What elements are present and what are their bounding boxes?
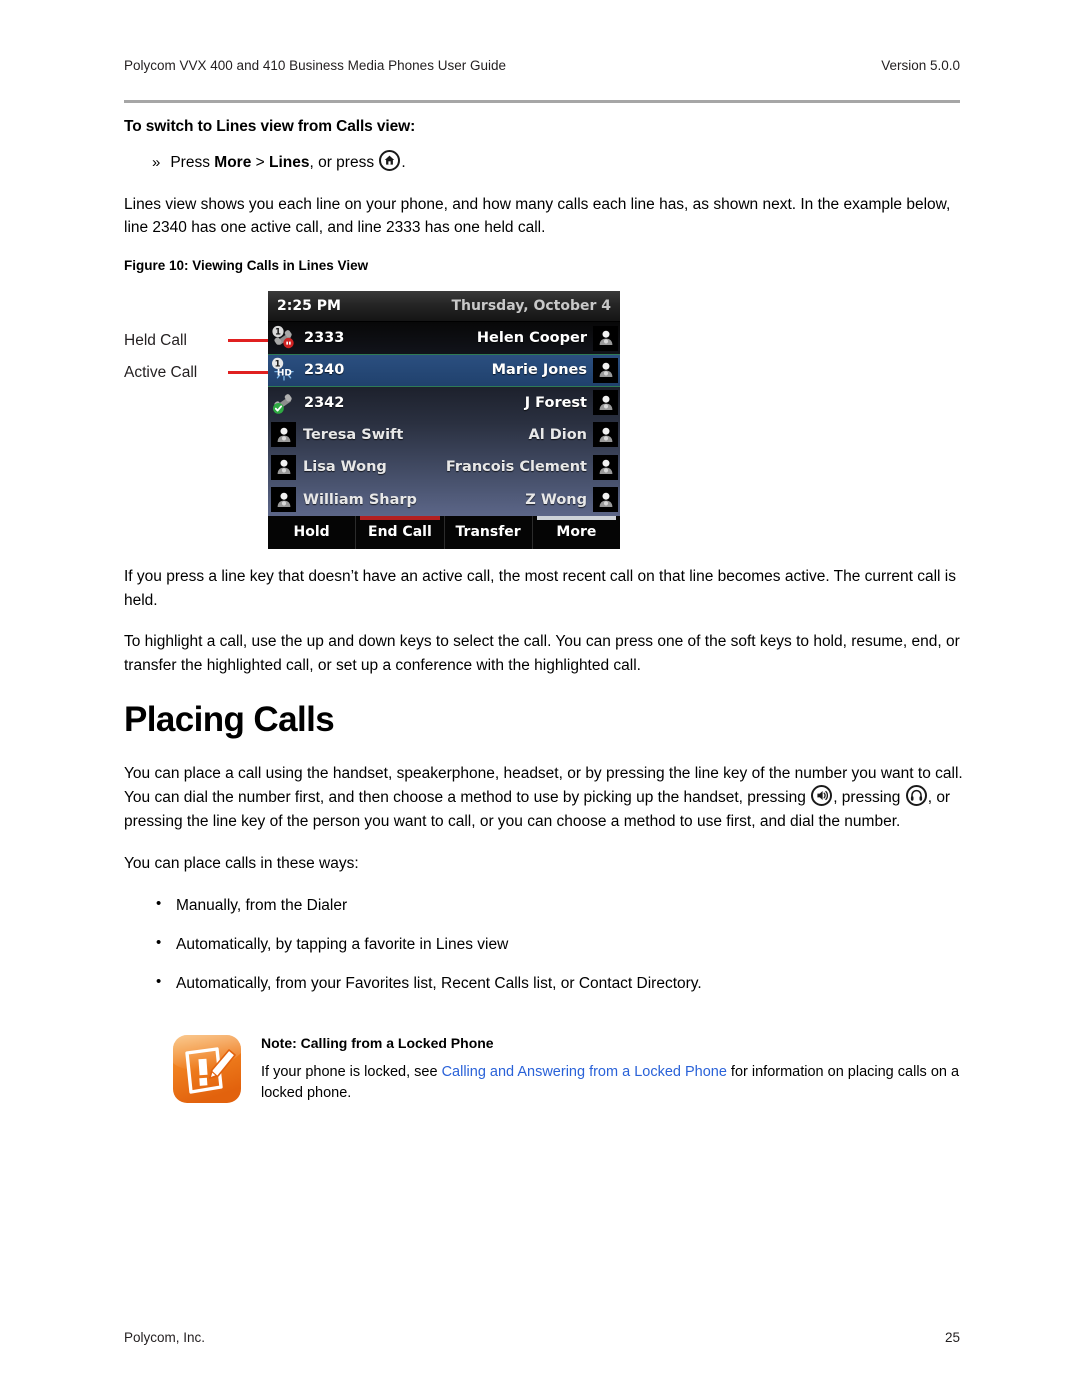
header-version: Version 5.0.0 — [881, 58, 960, 73]
contact-name-label: J Forest — [524, 394, 587, 411]
softkey-cap — [360, 515, 440, 520]
step-more-label: More — [214, 154, 252, 171]
softkey-label: Hold — [293, 524, 330, 541]
contact-avatar-icon — [593, 487, 618, 513]
line-row[interactable]: William Sharp Z Wong — [268, 483, 620, 515]
note-link[interactable]: Calling and Answering from a Locked Phon… — [442, 1064, 727, 1080]
paragraph-lines-view-intro: Lines view shows you each line on your p… — [124, 195, 951, 237]
favorite-name-label: William Sharp — [303, 491, 417, 508]
step-separator: > — [251, 154, 269, 171]
speakerphone-icon — [811, 785, 833, 807]
contact-avatar-icon — [271, 487, 296, 513]
note-body: Note: Calling from a Locked Phone If you… — [261, 1029, 970, 1104]
status-time: 2:25 PM — [277, 297, 341, 314]
contact-avatar-icon — [593, 454, 618, 480]
note-pencil-icon — [171, 1029, 243, 1109]
softkey-transfer[interactable]: Transfer — [444, 515, 533, 549]
step-prefix: Press — [170, 154, 215, 171]
status-date: Thursday, October 4 — [451, 297, 611, 314]
placing-calls-methods-list: Manually, from the Dialer Automatically,… — [124, 893, 970, 996]
header-divider — [124, 100, 960, 103]
line-row[interactable]: HD 1 2340 Marie Jones — [268, 354, 620, 387]
list-item: Automatically, from your Favorites list,… — [124, 971, 970, 995]
phone-screen: 2:25 PM Thursday, October 4 1 2333 Helen… — [268, 290, 620, 549]
paragraph-ways-leadin: You can place calls in these ways: — [124, 854, 359, 872]
softkey-cap — [536, 515, 616, 520]
svg-text:1: 1 — [275, 360, 281, 370]
paragraph-highlight-call: To highlight a call, use the up and down… — [124, 633, 960, 675]
svg-text:1: 1 — [275, 327, 281, 337]
registered-line-handset-icon — [271, 390, 297, 416]
list-item: Automatically, by tapping a favorite in … — [124, 932, 970, 956]
softkey-cap — [449, 516, 528, 520]
note-text-before: If your phone is locked, see — [261, 1064, 442, 1081]
home-icon — [379, 150, 401, 171]
step-marker: » — [152, 154, 161, 171]
headset-icon — [905, 785, 927, 807]
placing-text-b: , pressing — [833, 789, 905, 807]
softkey-label: Transfer — [455, 524, 521, 541]
page-title: Placing Calls — [124, 699, 335, 739]
contact-avatar-icon — [271, 454, 296, 480]
figure-caption: Figure 10: Viewing Calls in Lines View — [124, 257, 369, 273]
contact-name-label: Marie Jones — [491, 362, 587, 379]
step-end: . — [401, 154, 406, 171]
line-row[interactable]: 2342 J Forest — [268, 387, 620, 419]
step-text: Press More > Lines, or press . — [170, 150, 406, 174]
favorite-name-label: Al Dion — [528, 426, 587, 443]
step-suffix: , or press — [309, 154, 379, 171]
contact-avatar-icon — [593, 325, 618, 351]
header-title: Polycom VVX 400 and 410 Business Media P… — [124, 58, 506, 73]
phone-softkey-bar: Hold End Call Transfer More — [268, 515, 620, 549]
favorite-name-label: Z Wong — [525, 491, 587, 508]
phone-status-bar: 2:25 PM Thursday, October 4 — [268, 290, 620, 322]
figure-callout-group: Held Call Active Call — [124, 325, 284, 389]
softkey-hold[interactable]: Hold — [268, 515, 357, 549]
paragraph-line-key-behavior: If you press a line key that doesn’t hav… — [124, 567, 956, 609]
softkey-cap — [272, 516, 351, 520]
softkey-label: End Call — [368, 524, 432, 541]
line-row[interactable]: Lisa Wong Francois Clement — [268, 451, 620, 483]
list-item: Manually, from the Dialer — [124, 893, 970, 917]
contact-name-label: Helen Cooper — [476, 330, 587, 347]
held-call-handset-icon: 1 — [271, 325, 297, 351]
page-footer: Polycom, Inc. 25 — [124, 1330, 960, 1345]
note-callout: Note: Calling from a Locked Phone If you… — [124, 1029, 970, 1109]
section-subheading: To switch to Lines view from Calls view: — [124, 118, 416, 135]
line-row[interactable]: 1 2333 Helen Cooper — [268, 322, 620, 354]
step-lines-label: Lines — [269, 154, 310, 171]
favorite-name-label: Teresa Swift — [303, 426, 404, 443]
footer-page-number: 25 — [944, 1330, 960, 1345]
figure-lines-view: Held Call Active Call 2:25 PM Thursday, … — [124, 290, 970, 559]
contact-avatar-icon — [271, 422, 296, 448]
softkey-label: More — [556, 524, 597, 541]
paragraph-placing-calls-intro: You can place a call using the handset, … — [124, 762, 970, 834]
contact-avatar-icon — [593, 390, 618, 416]
favorite-name-label: Francois Clement — [445, 459, 587, 476]
softkey-more[interactable]: More — [532, 515, 620, 549]
hd-active-call-icon: HD 1 — [271, 357, 297, 383]
softkey-end-call[interactable]: End Call — [356, 515, 445, 549]
line-number-label: 2333 — [304, 330, 345, 347]
line-number-label: 2342 — [304, 394, 345, 411]
procedure-step: » Press More > Lines, or press . — [124, 150, 970, 175]
favorite-name-label: Lisa Wong — [303, 459, 387, 476]
line-row[interactable]: Teresa Swift Al Dion — [268, 419, 620, 451]
contact-avatar-icon — [593, 422, 618, 448]
note-title: Note: Calling from a Locked Phone — [261, 1035, 494, 1052]
running-header: Polycom VVX 400 and 410 Business Media P… — [124, 58, 960, 73]
document-page: Polycom VVX 400 and 410 Business Media P… — [0, 0, 1080, 1397]
phone-lines-list: 1 2333 Helen Cooper HD 1 2340 Marie Jone… — [268, 321, 620, 516]
line-number-label: 2340 — [304, 362, 345, 379]
page-content: To switch to Lines view from Calls view:… — [124, 118, 970, 1109]
contact-avatar-icon — [593, 357, 618, 383]
svg-text:HD: HD — [277, 369, 292, 379]
note-text: If your phone is locked, see Calling and… — [261, 1062, 970, 1104]
footer-company: Polycom, Inc. — [124, 1330, 206, 1345]
